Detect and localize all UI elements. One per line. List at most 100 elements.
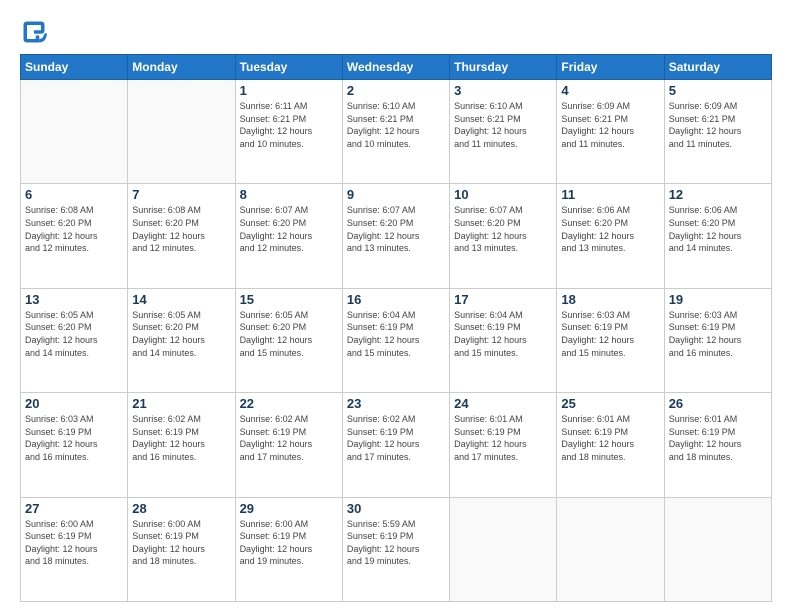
day-info: Sunrise: 6:02 AM Sunset: 6:19 PM Dayligh… (347, 413, 445, 463)
calendar-cell (557, 497, 664, 601)
day-number: 5 (669, 83, 767, 98)
weekday-header-wednesday: Wednesday (342, 55, 449, 80)
day-number: 25 (561, 396, 659, 411)
day-info: Sunrise: 6:09 AM Sunset: 6:21 PM Dayligh… (561, 100, 659, 150)
day-number: 14 (132, 292, 230, 307)
day-info: Sunrise: 6:04 AM Sunset: 6:19 PM Dayligh… (347, 309, 445, 359)
calendar-cell: 24 Sunrise: 6:01 AM Sunset: 6:19 PM Dayli… (450, 393, 557, 497)
day-info: Sunrise: 6:07 AM Sunset: 6:20 PM Dayligh… (240, 204, 338, 254)
day-number: 1 (240, 83, 338, 98)
calendar-week-4: 20Sunrise: 6:03 AM Sunset: 6:19 PM Dayli… (21, 393, 772, 497)
day-info: Sunrise: 6:06 AM Sunset: 6:20 PM Dayligh… (561, 204, 659, 254)
calendar-cell: 2 Sunrise: 6:10 AM Sunset: 6:21 PM Daylig… (342, 80, 449, 184)
day-info: Sunrise: 6:03 AM Sunset: 6:19 PM Dayligh… (669, 309, 767, 359)
calendar-cell: 19 Sunrise: 6:03 AM Sunset: 6:19 PM Dayli… (664, 288, 771, 392)
calendar-cell: 15 Sunrise: 6:05 AM Sunset: 6:20 PM Dayli… (235, 288, 342, 392)
day-info: Sunrise: 6:02 AM Sunset: 6:19 PM Dayligh… (132, 413, 230, 463)
day-info: Sunrise: 6:05 AM Sunset: 6:20 PM Dayligh… (132, 309, 230, 359)
logo (20, 18, 52, 46)
day-info: Sunrise: 6:07 AM Sunset: 6:20 PM Dayligh… (347, 204, 445, 254)
day-number: 13 (25, 292, 123, 307)
day-number: 3 (454, 83, 552, 98)
calendar-cell: 10 Sunrise: 6:07 AM Sunset: 6:20 PM Dayli… (450, 184, 557, 288)
calendar-cell: 22Sunrise: 6:02 AM Sunset: 6:19 PM Dayli… (235, 393, 342, 497)
day-number: 8 (240, 187, 338, 202)
day-number: 30 (347, 501, 445, 516)
calendar-cell: 13 Sunrise: 6:05 AM Sunset: 6:20 PM Dayli… (21, 288, 128, 392)
logo-icon (20, 18, 48, 46)
day-number: 2 (347, 83, 445, 98)
day-number: 19 (669, 292, 767, 307)
calendar-cell: 25 Sunrise: 6:01 AM Sunset: 6:19 PM Dayli… (557, 393, 664, 497)
calendar-cell: 12 Sunrise: 6:06 AM Sunset: 6:20 PM Dayli… (664, 184, 771, 288)
day-number: 20 (25, 396, 123, 411)
calendar-table: SundayMondayTuesdayWednesdayThursdayFrid… (20, 54, 772, 602)
day-number: 29 (240, 501, 338, 516)
day-info: Sunrise: 6:00 AM Sunset: 6:19 PM Dayligh… (240, 518, 338, 568)
page: SundayMondayTuesdayWednesdayThursdayFrid… (0, 0, 792, 612)
day-number: 28 (132, 501, 230, 516)
weekday-header-row: SundayMondayTuesdayWednesdayThursdayFrid… (21, 55, 772, 80)
calendar-cell: 3 Sunrise: 6:10 AM Sunset: 6:21 PM Daylig… (450, 80, 557, 184)
calendar-cell (128, 80, 235, 184)
calendar-cell: 16 Sunrise: 6:04 AM Sunset: 6:19 PM Dayli… (342, 288, 449, 392)
calendar-cell: 6 Sunrise: 6:08 AM Sunset: 6:20 PM Daylig… (21, 184, 128, 288)
day-number: 7 (132, 187, 230, 202)
calendar-cell: 9 Sunrise: 6:07 AM Sunset: 6:20 PM Daylig… (342, 184, 449, 288)
calendar-cell: 30 Sunrise: 5:59 AM Sunset: 6:19 PM Dayli… (342, 497, 449, 601)
calendar-cell: 14 Sunrise: 6:05 AM Sunset: 6:20 PM Dayli… (128, 288, 235, 392)
calendar-cell (664, 497, 771, 601)
day-number: 23 (347, 396, 445, 411)
calendar-cell: 21Sunrise: 6:02 AM Sunset: 6:19 PM Dayli… (128, 393, 235, 497)
weekday-header-tuesday: Tuesday (235, 55, 342, 80)
calendar-cell: 20Sunrise: 6:03 AM Sunset: 6:19 PM Dayli… (21, 393, 128, 497)
day-number: 6 (25, 187, 123, 202)
calendar-cell: 17 Sunrise: 6:04 AM Sunset: 6:19 PM Dayli… (450, 288, 557, 392)
day-info: Sunrise: 6:03 AM Sunset: 6:19 PM Dayligh… (561, 309, 659, 359)
day-info: Sunrise: 6:06 AM Sunset: 6:20 PM Dayligh… (669, 204, 767, 254)
day-info: Sunrise: 6:11 AM Sunset: 6:21 PM Dayligh… (240, 100, 338, 150)
day-info: Sunrise: 6:09 AM Sunset: 6:21 PM Dayligh… (669, 100, 767, 150)
day-info: Sunrise: 6:01 AM Sunset: 6:19 PM Dayligh… (561, 413, 659, 463)
calendar-cell (450, 497, 557, 601)
day-number: 26 (669, 396, 767, 411)
calendar-cell (21, 80, 128, 184)
day-number: 22 (240, 396, 338, 411)
day-number: 9 (347, 187, 445, 202)
weekday-header-saturday: Saturday (664, 55, 771, 80)
day-number: 15 (240, 292, 338, 307)
day-info: Sunrise: 6:08 AM Sunset: 6:20 PM Dayligh… (25, 204, 123, 254)
day-number: 16 (347, 292, 445, 307)
day-info: Sunrise: 6:05 AM Sunset: 6:20 PM Dayligh… (25, 309, 123, 359)
day-info: Sunrise: 6:04 AM Sunset: 6:19 PM Dayligh… (454, 309, 552, 359)
calendar-cell: 29 Sunrise: 6:00 AM Sunset: 6:19 PM Dayli… (235, 497, 342, 601)
day-number: 17 (454, 292, 552, 307)
calendar-cell: 28 Sunrise: 6:00 AM Sunset: 6:19 PM Dayli… (128, 497, 235, 601)
day-number: 27 (25, 501, 123, 516)
day-info: Sunrise: 6:07 AM Sunset: 6:20 PM Dayligh… (454, 204, 552, 254)
weekday-header-thursday: Thursday (450, 55, 557, 80)
calendar-week-1: 1 Sunrise: 6:11 AM Sunset: 6:21 PM Daylig… (21, 80, 772, 184)
day-info: Sunrise: 6:08 AM Sunset: 6:20 PM Dayligh… (132, 204, 230, 254)
calendar-cell: 1 Sunrise: 6:11 AM Sunset: 6:21 PM Daylig… (235, 80, 342, 184)
day-number: 12 (669, 187, 767, 202)
day-number: 10 (454, 187, 552, 202)
calendar-cell: 5 Sunrise: 6:09 AM Sunset: 6:21 PM Daylig… (664, 80, 771, 184)
day-number: 24 (454, 396, 552, 411)
day-info: Sunrise: 6:05 AM Sunset: 6:20 PM Dayligh… (240, 309, 338, 359)
day-info: Sunrise: 6:00 AM Sunset: 6:19 PM Dayligh… (132, 518, 230, 568)
header (20, 18, 772, 46)
weekday-header-friday: Friday (557, 55, 664, 80)
calendar-cell: 7 Sunrise: 6:08 AM Sunset: 6:20 PM Daylig… (128, 184, 235, 288)
day-info: Sunrise: 6:01 AM Sunset: 6:19 PM Dayligh… (669, 413, 767, 463)
day-info: Sunrise: 6:10 AM Sunset: 6:21 PM Dayligh… (347, 100, 445, 150)
calendar-cell: 23 Sunrise: 6:02 AM Sunset: 6:19 PM Dayli… (342, 393, 449, 497)
calendar-cell: 18Sunrise: 6:03 AM Sunset: 6:19 PM Dayli… (557, 288, 664, 392)
day-info: Sunrise: 5:59 AM Sunset: 6:19 PM Dayligh… (347, 518, 445, 568)
day-info: Sunrise: 6:10 AM Sunset: 6:21 PM Dayligh… (454, 100, 552, 150)
calendar-cell: 11 Sunrise: 6:06 AM Sunset: 6:20 PM Dayli… (557, 184, 664, 288)
day-number: 11 (561, 187, 659, 202)
calendar-cell: 4Sunrise: 6:09 AM Sunset: 6:21 PM Daylig… (557, 80, 664, 184)
day-info: Sunrise: 6:01 AM Sunset: 6:19 PM Dayligh… (454, 413, 552, 463)
calendar-cell: 27Sunrise: 6:00 AM Sunset: 6:19 PM Dayli… (21, 497, 128, 601)
